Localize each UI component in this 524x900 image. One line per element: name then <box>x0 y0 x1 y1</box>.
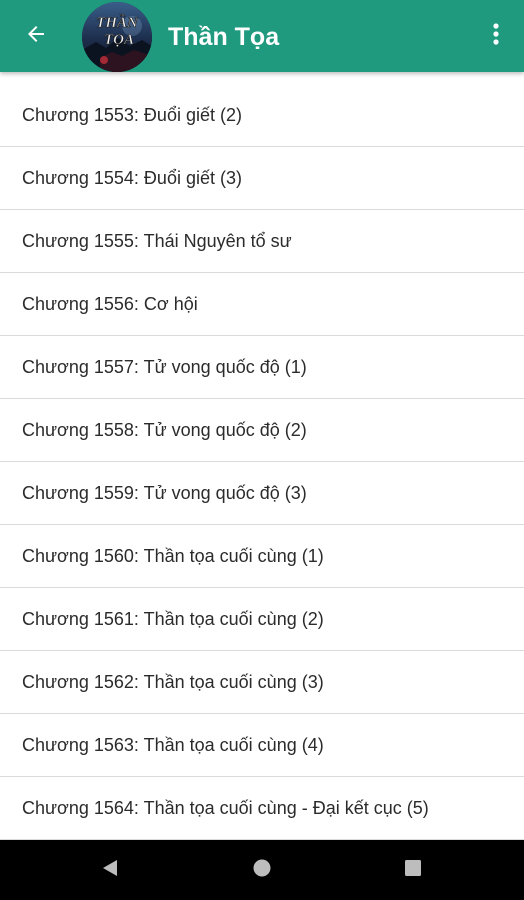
chapter-item[interactable]: Chương 1558: Tử vong quốc độ (2) <box>0 399 524 462</box>
more-vertical-icon <box>492 22 500 51</box>
chapter-label: Chương 1556: Cơ hội <box>22 293 198 314</box>
chapter-label: Chương 1564: Thần tọa cuối cùng - Đại kế… <box>22 797 429 818</box>
avatar-title-line1: THẦN <box>96 14 139 31</box>
chapter-label: Chương 1560: Thần tọa cuối cùng (1) <box>22 545 324 566</box>
chapter-item[interactable]: Chương 1556: Cơ hội <box>0 273 524 336</box>
chapter-item[interactable]: Chương 1554: Đuổi giết (3) <box>0 147 524 210</box>
nav-back-triangle-icon <box>100 858 120 883</box>
nav-home-button[interactable] <box>232 840 292 900</box>
chapter-list-content: Chương 1553: Đuổi giết (2) Chương 1554: … <box>0 84 524 840</box>
chapter-label: Chương 1555: Thái Nguyên tổ sư <box>22 230 292 251</box>
chapter-item[interactable]: Chương 1553: Đuổi giết (2) <box>0 84 524 147</box>
back-button[interactable] <box>16 16 56 56</box>
chapter-label: Chương 1559: Tử vong quốc độ (3) <box>22 482 307 503</box>
chapter-label: Chương 1557: Tử vong quốc độ (1) <box>22 356 307 377</box>
nav-back-button[interactable] <box>80 840 140 900</box>
chapter-item[interactable]: Chương 1555: Thái Nguyên tổ sư <box>0 210 524 273</box>
chapter-item[interactable]: Chương 1563: Thần tọa cuối cùng (4) <box>0 714 524 777</box>
overflow-menu-button[interactable] <box>480 16 512 56</box>
avatar-title-line2: TỌA <box>104 32 134 48</box>
page-title: Thần Tọa <box>168 23 280 51</box>
chapter-label: Chương 1562: Thần tọa cuối cùng (3) <box>22 671 324 692</box>
chapter-item[interactable]: Chương 1564: Thần tọa cuối cùng - Đại kế… <box>0 777 524 840</box>
chapter-label: Chương 1563: Thần tọa cuối cùng (4) <box>22 734 324 755</box>
nav-recents-square-icon <box>403 858 423 883</box>
chapter-label: Chương 1561: Thần tọa cuối cùng (2) <box>22 608 324 629</box>
chapter-list[interactable]: Chương 1553: Đuổi giết (2) Chương 1554: … <box>0 72 524 840</box>
screen: THẦN TỌA Thần Tọa Chương 1553: Đuổi giết… <box>0 0 524 900</box>
chapter-item[interactable]: Chương 1560: Thần tọa cuối cùng (1) <box>0 525 524 588</box>
app-bar: THẦN TỌA Thần Tọa <box>0 0 524 72</box>
arrow-left-icon <box>24 22 48 51</box>
book-cover-avatar: THẦN TỌA <box>82 2 152 72</box>
chapter-item[interactable]: Chương 1561: Thần tọa cuối cùng (2) <box>0 588 524 651</box>
chapter-item[interactable]: Chương 1559: Tử vong quốc độ (3) <box>0 462 524 525</box>
system-navigation-bar <box>0 840 524 900</box>
chapter-label: Chương 1554: Đuổi giết (3) <box>22 167 242 188</box>
chapter-label: Chương 1553: Đuổi giết (2) <box>22 104 242 125</box>
nav-home-circle-icon <box>252 858 272 883</box>
chapter-label: Chương 1558: Tử vong quốc độ (2) <box>22 419 307 440</box>
nav-recents-button[interactable] <box>383 840 443 900</box>
chapter-item[interactable]: Chương 1557: Tử vong quốc độ (1) <box>0 336 524 399</box>
chapter-item[interactable]: Chương 1562: Thần tọa cuối cùng (3) <box>0 651 524 714</box>
